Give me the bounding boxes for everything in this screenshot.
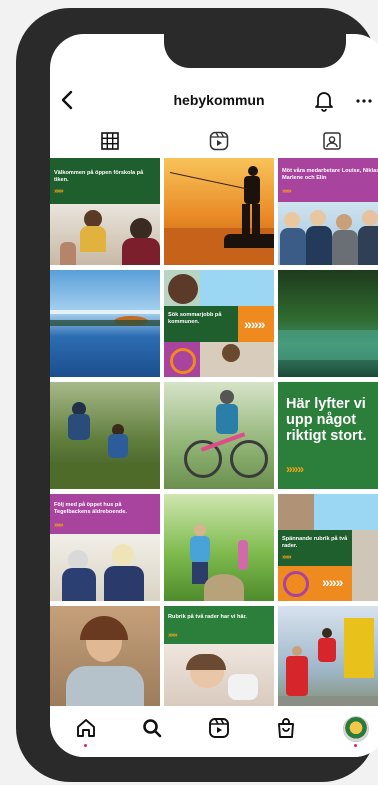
post-tile[interactable]	[278, 270, 378, 377]
post-tile[interactable]	[164, 494, 274, 601]
post-caption: Rubrik på två rader har vi här.	[168, 614, 247, 620]
notification-bell-icon[interactable]	[314, 90, 334, 112]
post-caption: Välkommen på öppen förskola på tiken.	[54, 170, 144, 183]
post-tile[interactable]: Välkommen på öppen förskola på tiken. »»…	[50, 158, 160, 265]
arrows-graphic: »»»	[54, 522, 64, 529]
arrows-graphic: »»»	[282, 554, 292, 561]
post-tile[interactable]	[50, 606, 160, 706]
profile-avatar[interactable]	[343, 716, 369, 742]
home-icon[interactable]	[74, 716, 98, 740]
post-caption: Sök sommarjobb på kommunen.	[168, 312, 222, 325]
tagged-icon[interactable]	[321, 130, 343, 152]
grid-icon[interactable]	[99, 130, 121, 152]
arrows-graphic: »»»	[244, 316, 265, 332]
profile-notification-dot	[354, 744, 357, 747]
home-notification-dot	[84, 744, 87, 747]
arrows-graphic: »»»	[286, 462, 304, 476]
post-tile[interactable]: Här lyfter vi upp något riktigt stort. »…	[278, 382, 378, 489]
post-tile[interactable]: Spännande rubrik på två rader. »»» »»»	[278, 494, 378, 601]
profile-tabs	[50, 130, 378, 154]
shop-icon[interactable]	[274, 716, 298, 740]
post-caption: Följ med på öppet hus på Tegelbackens äl…	[54, 502, 127, 515]
arrows-graphic: »»»	[54, 188, 64, 195]
reels-icon[interactable]	[207, 716, 231, 740]
post-tile[interactable]	[278, 606, 378, 706]
post-tile[interactable]	[50, 270, 160, 377]
post-tile[interactable]	[164, 382, 274, 489]
post-caption: Spännande rubrik på två rader.	[282, 536, 348, 549]
post-tile[interactable]: Möt våra medarbetare Louise, Niklas, Mar…	[278, 158, 378, 265]
post-tile[interactable]: Sök sommarjobb på kommunen. »»»	[164, 270, 274, 377]
search-icon[interactable]	[140, 716, 164, 740]
more-options-icon[interactable]	[356, 98, 372, 104]
phone-frame: hebykommun Välkommen på öppen förskola p…	[16, 8, 378, 782]
post-headline: Här lyfter vi upp något riktigt stort.	[286, 396, 367, 444]
reels-tab-icon[interactable]	[208, 130, 230, 152]
post-tile[interactable]	[164, 158, 274, 265]
post-grid: Välkommen på öppen förskola på tiken. »»…	[50, 158, 378, 706]
phone-notch	[164, 34, 346, 68]
post-tile[interactable]	[50, 382, 160, 489]
arrows-graphic: »»»	[168, 632, 178, 639]
post-caption: Möt våra medarbetare Louise, Niklas, Mar…	[282, 168, 378, 181]
post-tile[interactable]: Rubrik på två rader har vi här. »»»	[164, 606, 274, 706]
phone-screen: hebykommun Välkommen på öppen förskola p…	[50, 34, 378, 757]
profile-header: hebykommun	[50, 86, 378, 118]
arrows-graphic: »»»	[282, 188, 292, 195]
bottom-navigation	[50, 706, 378, 757]
post-tile[interactable]: Följ med på öppet hus på Tegelbackens äl…	[50, 494, 160, 601]
